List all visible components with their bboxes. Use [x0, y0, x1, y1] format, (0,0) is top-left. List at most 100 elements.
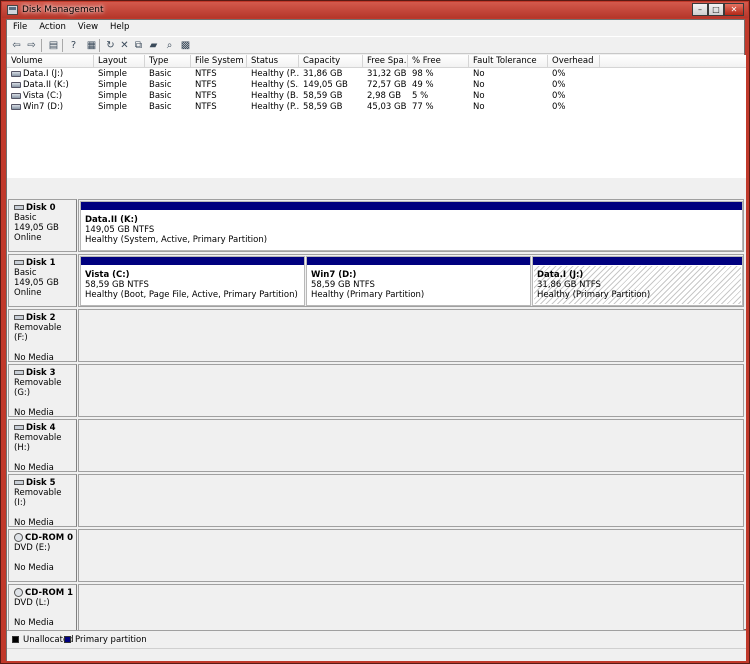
disk-label[interactable]: Disk 5 Removable (I:) No Media [8, 474, 77, 528]
column-header-layout[interactable]: Layout [94, 55, 145, 68]
disk-row-disk-3[interactable]: Disk 3 Removable (G:) No Media [8, 364, 745, 418]
partition-info: Vista (C:) 58,59 GB NTFS Healthy (Boot, Pa… [85, 270, 298, 300]
table-cell: Healthy (B... [247, 91, 299, 102]
refresh-icon[interactable]: ↻ [104, 39, 117, 52]
column-header-type[interactable]: Type [145, 55, 191, 68]
partition-size: 31,86 GB NTFS [537, 280, 601, 290]
delete-icon[interactable]: ✕ [118, 39, 131, 52]
disk-name: Disk 1 [14, 258, 76, 268]
cell-text: No [473, 91, 485, 101]
table-cell: 58,59 GB [299, 91, 363, 102]
menu-action[interactable]: Action [33, 20, 72, 35]
close-button[interactable]: ✕ [724, 3, 744, 16]
console-tree-icon[interactable]: ▤ [47, 39, 60, 52]
legend-swatch-primary-partition [64, 636, 71, 643]
disk-size [14, 553, 76, 563]
disk-row-disk-5[interactable]: Disk 5 Removable (I:) No Media [8, 474, 745, 528]
menu-bar: File Action View Help [7, 20, 744, 35]
partition-block[interactable]: Data.I (J:) 31,86 GB NTFS Healthy (Primary… [532, 256, 743, 306]
menu-help[interactable]: Help [104, 20, 135, 35]
cell-text: 58,59 GB [303, 91, 343, 101]
cell-text: 5 % [412, 91, 429, 101]
settings-icon[interactable]: ▩ [179, 39, 192, 52]
disk-label[interactable]: Disk 4 Removable (H:) No Media [8, 419, 77, 473]
menu-file[interactable]: File [7, 20, 33, 35]
window-title: Disk Management [22, 5, 104, 15]
cell-text: 58,59 GB [303, 102, 343, 112]
table-row[interactable]: Win7 (D:) Simple Basic NTFS Healthy (P... 58,… [7, 102, 746, 113]
column-header-fault-tolerance[interactable]: Fault Tolerance [469, 55, 548, 68]
disk-status: No Media [14, 563, 54, 573]
partition-size: 58,59 GB NTFS [85, 280, 149, 290]
table-cell: NTFS [191, 80, 247, 91]
disk-label[interactable]: Disk 1 Basic 149,05 GB Online [8, 254, 77, 307]
disk-label[interactable]: Disk 0 Basic 149,05 GB Online [8, 199, 77, 252]
help-icon[interactable]: ? [67, 39, 80, 52]
table-cell: 31,32 GB [363, 69, 408, 80]
title-bar[interactable]: Disk Management – □ ✕ [2, 2, 748, 18]
cell-text: 0% [552, 69, 566, 79]
table-cell: Basic [145, 91, 191, 102]
table-row[interactable]: Vista (C:) Simple Basic NTFS Healthy (B... 58… [7, 91, 746, 102]
cell-text: No [473, 80, 485, 90]
cell-text: Healthy (B... [251, 91, 299, 101]
disk-row-disk-1[interactable]: Disk 1 Basic 149,05 GB Online Vista (C:) 58,5… [8, 254, 745, 308]
properties-icon[interactable]: ▦ [85, 39, 98, 52]
maximize-button[interactable]: □ [708, 3, 724, 16]
primary-partition-bar [81, 257, 304, 265]
disk-label[interactable]: CD-ROM 0 DVD (E:) No Media [8, 529, 77, 582]
table-cell: Simple [94, 69, 145, 80]
removable-disk-icon [14, 370, 24, 375]
forward-arrow-icon[interactable]: ⇨ [25, 39, 38, 52]
table-cell: No [469, 102, 548, 113]
column-header-status[interactable]: Status [247, 55, 299, 68]
rescan-icon[interactable]: ⧉ [132, 39, 145, 52]
table-cell: Basic [145, 80, 191, 91]
legend-swatch-unallocated [12, 636, 19, 643]
partition-name: Data.I (J:) [537, 270, 584, 280]
disk-partition-area [78, 419, 744, 472]
table-row[interactable]: Data.I (J:) Simple Basic NTFS Healthy (P... 3… [7, 69, 746, 80]
minimize-button[interactable]: – [692, 3, 708, 16]
table-row[interactable]: Data.II (K:) Simple Basic NTFS Healthy (S...… [7, 80, 746, 91]
removable-disk-icon [14, 480, 24, 485]
column-header-overhead[interactable]: Overhead [548, 55, 600, 68]
partition-block[interactable]: Vista (C:) 58,59 GB NTFS Healthy (Boot, Pa… [80, 256, 305, 306]
partition-status: Healthy (System, Active, Primary Partiti… [85, 235, 268, 245]
column-header-file-system[interactable]: File System [191, 55, 247, 68]
disk-row-disk-0[interactable]: Disk 0 Basic 149,05 GB Online Data.II (K:) 14… [8, 199, 745, 253]
column-header-%-free[interactable]: % Free [408, 55, 469, 68]
table-cell: Simple [94, 91, 145, 102]
disk-type: Removable (G:) [14, 378, 62, 398]
table-cell: 72,57 GB [363, 80, 408, 91]
cell-text: Healthy (P... [251, 102, 299, 112]
cell-text: 0% [552, 91, 566, 101]
column-header-capacity[interactable]: Capacity [299, 55, 363, 68]
open-folder-icon[interactable]: ▰ [147, 39, 160, 52]
disk-size [14, 398, 76, 408]
volume-icon [11, 82, 21, 88]
column-header-volume[interactable]: Volume [7, 55, 94, 68]
table-cell: 77 % [408, 102, 469, 113]
back-arrow-icon[interactable]: ⇦ [10, 39, 23, 52]
disk-label[interactable]: Disk 3 Removable (G:) No Media [8, 364, 77, 418]
partition-status: Healthy (Boot, Page File, Active, Primar… [85, 290, 298, 300]
disk-row-disk-4[interactable]: Disk 4 Removable (H:) No Media [8, 419, 745, 473]
disk-label[interactable]: Disk 2 Removable (F:) No Media [8, 309, 77, 363]
cell-text: Simple [98, 69, 128, 79]
volume-icon [11, 104, 21, 110]
partition-block[interactable]: Win7 (D:) 58,59 GB NTFS Healthy (Primary P… [306, 256, 531, 306]
cell-text: NTFS [195, 91, 217, 101]
menu-view[interactable]: View [72, 20, 104, 35]
search-icon[interactable]: ⌕ [163, 39, 176, 52]
disk-row-disk-2[interactable]: Disk 2 Removable (F:) No Media [8, 309, 745, 363]
cell-text: Simple [98, 91, 128, 101]
disk-partition-area: Vista (C:) 58,59 GB NTFS Healthy (Boot, Pa… [78, 254, 744, 307]
partition-name: Data.II (K:) [85, 215, 138, 225]
partition-block[interactable]: Data.II (K:) 149,05 GB NTFS Healthy (Syste… [80, 201, 743, 251]
disk-row-cd-rom-0[interactable]: CD-ROM 0 DVD (E:) No Media [8, 529, 745, 583]
column-header-free-spa-[interactable]: Free Spa... [363, 55, 408, 68]
partition-name: Vista (C:) [85, 270, 130, 280]
toolbar-separator [41, 39, 42, 52]
disk-name-text: Disk 0 [26, 203, 56, 213]
